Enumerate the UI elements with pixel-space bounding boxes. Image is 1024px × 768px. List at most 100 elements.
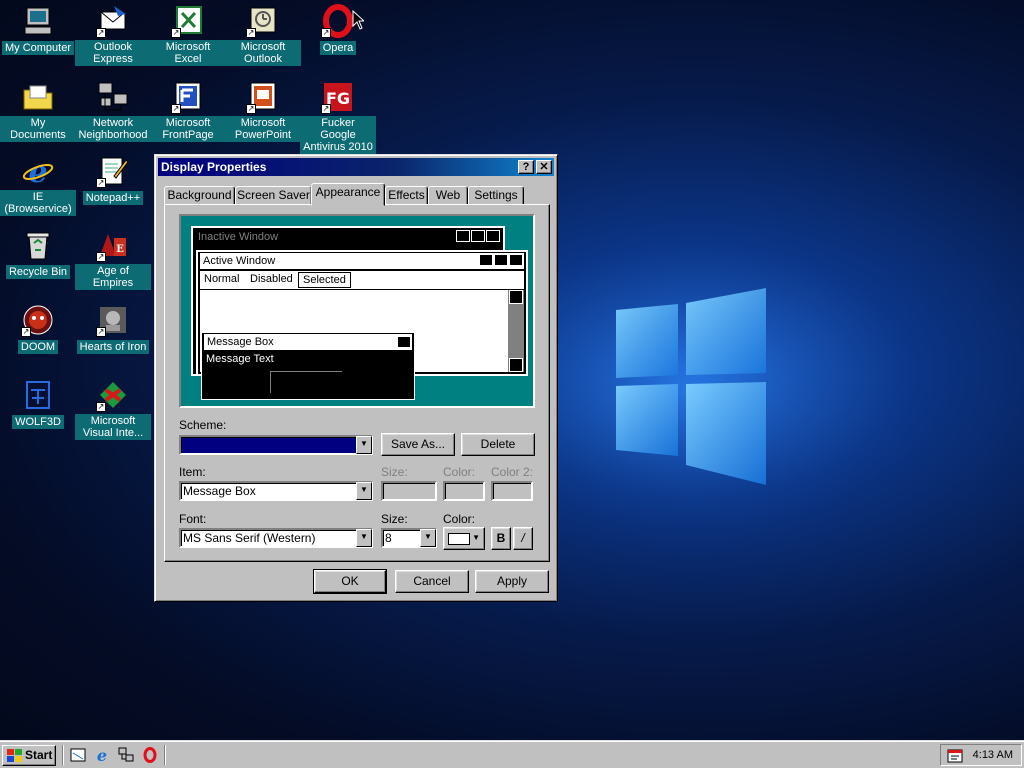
preview-menu-normal: Normal [204,273,240,285]
item-color-label: Color: [443,465,476,479]
desktop-icon-notepad-plus[interactable]: ↗ Notepad++ [75,154,151,205]
desktop-icon-internet-explorer[interactable]: e IE (Browservice) [0,154,76,216]
desktop-icon-label: Recycle Bin [5,265,71,279]
shortcut-arrow-icon: ↗ [321,104,331,114]
shortcut-arrow-icon: ↗ [96,28,106,38]
item-dropdown-arrow-icon[interactable]: ▼ [356,482,372,500]
taskbar-separator [62,745,64,765]
font-color-picker[interactable]: ▼ [443,527,485,550]
svg-text:e: e [97,747,107,763]
mouse-cursor-icon [352,10,364,30]
desktop-icon-powerpoint[interactable]: ↗ Microsoft PowerPoint [225,80,301,142]
tab-background[interactable]: Background [164,186,235,205]
font-color-arrow-icon: ▼ [472,533,480,542]
desktop-icon-label: My Documents [0,116,76,142]
desktop-icon-label: Notepad++ [82,191,144,205]
my-computer-icon [24,7,52,35]
font-color-label: Color: [443,512,476,526]
preview-message-box-title: Message Box [204,334,412,350]
delete-button[interactable]: Delete [461,433,535,456]
apply-button[interactable]: Apply [475,570,549,593]
start-button[interactable]: Start [2,745,56,766]
cancel-button[interactable]: Cancel [395,570,469,593]
font-dropdown-arrow-icon[interactable]: ▼ [356,529,372,547]
desktop-icon-label: Microsoft PowerPoint [225,116,301,142]
desktop-icon-visual-interdev[interactable]: ↗ Microsoft Visual Inte... [75,378,151,440]
clock[interactable]: 4:13 AM [973,749,1013,761]
scheme-dropdown[interactable] [179,435,373,455]
desktop-icon-label: WOLF3D [12,415,64,429]
desktop-icon-network-neighborhood[interactable]: Network Neighborhood [75,80,151,142]
close-button[interactable]: ✕ [536,160,552,174]
item-size-label: Size: [381,465,408,479]
tab-appearance[interactable]: Appearance [311,183,385,206]
ok-button[interactable]: OK [313,569,387,594]
wallpaper-windows-logo [520,220,950,560]
tab-web[interactable]: Web [428,186,468,205]
scheme-dropdown-arrow-icon[interactable]: ▼ [356,436,372,454]
preview-inactive-buttons [456,230,500,242]
tray-schedule-icon[interactable] [947,748,963,764]
shortcut-arrow-icon: ↗ [246,104,256,114]
desktop-icon-opera[interactable]: ↗ Opera [300,4,376,55]
start-label: Start [25,748,53,762]
shortcut-arrow-icon: ↗ [321,28,331,38]
dialog-title-bar[interactable]: Display Properties ? ✕ [158,158,554,176]
preview-message-text: Message Text [206,353,274,365]
tab-settings[interactable]: Settings [468,186,524,205]
network-icon [98,82,128,111]
font-size-dropdown-arrow-icon[interactable]: ▼ [420,529,436,547]
taskbar-separator [164,745,166,765]
preview-active-title: Active Window [200,253,524,269]
desktop-icon-my-computer[interactable]: My Computer [0,4,76,55]
my-documents-icon [23,85,53,110]
shortcut-arrow-icon: ↗ [96,327,106,337]
display-properties-dialog: Display Properties ? ✕ Background Screen… [154,154,558,602]
shortcut-arrow-icon: ↗ [96,402,106,412]
desktop-icon-age-of-empires[interactable]: E ↗ Age of Empires [75,228,151,290]
network-quicklaunch-icon[interactable] [118,747,134,763]
desktop-icon-doom[interactable]: ↗ DOOM [0,303,76,354]
tab-effects[interactable]: Effects [385,186,428,205]
desktop-icon-outlook-express[interactable]: ↗ Outlook Express [75,4,151,66]
tab-screen-saver[interactable]: Screen Saver [235,186,312,205]
desktop-icon-frontpage[interactable]: ↗ Microsoft FrontPage [150,80,226,142]
font-label: Font: [179,512,207,526]
desktop-icon-label: Hearts of Iron [76,340,150,354]
italic-button[interactable]: / [513,527,533,550]
preview-menu-disabled: Disabled [250,273,293,285]
bold-button[interactable]: B [491,527,511,550]
preview-ok-button [270,371,342,393]
item-dropdown[interactable]: Message Box [179,481,373,501]
item-size-spinner [381,481,437,501]
desktop-icon-antivirus[interactable]: FG ↗ Fucker Google Antivirus 2010 [300,80,376,154]
desktop-icon-recycle-bin[interactable]: Recycle Bin [0,228,76,279]
desktop-icon-label: Fucker Google Antivirus 2010 [300,116,376,154]
shortcut-arrow-icon: ↗ [171,104,181,114]
help-button[interactable]: ? [518,160,534,174]
windows-flag-icon [7,749,22,762]
item-label: Item: [179,465,206,479]
desktop-icon-outlook[interactable]: ↗ Microsoft Outlook [225,4,301,66]
recycle-bin-icon [26,232,50,260]
desktop-icon-wolf3d[interactable]: WOLF3D [0,378,76,429]
internet-explorer-quicklaunch-icon[interactable]: e [94,747,110,763]
show-desktop-icon[interactable] [70,747,86,763]
preview-message-box: Message Box Message Text [201,332,415,400]
svg-text:E: E [116,244,124,255]
preview-scrollbar [508,290,524,372]
save-as-button[interactable]: Save As... [381,433,455,456]
desktop-icon-hearts-of-iron[interactable]: ↗ Hearts of Iron [75,303,151,354]
appearance-preview[interactable]: Inactive Window Active Window Normal Dis… [179,214,535,408]
opera-quicklaunch-icon[interactable] [142,747,158,763]
desktop-icon-label: Microsoft Outlook [225,40,301,66]
font-dropdown[interactable]: MS Sans Serif (Western) [179,528,373,548]
item-color2-picker [491,481,533,501]
internet-explorer-icon: e [22,155,54,188]
desktop-icon-label: DOOM [17,340,59,354]
item-color2-label: Color 2: [491,465,534,479]
desktop-icon-label: Network Neighborhood [75,116,151,142]
font-size-label: Size: [381,512,408,526]
desktop-icon-excel[interactable]: ↗ Microsoft Excel [150,4,226,66]
desktop-icon-my-documents[interactable]: My Documents [0,80,76,142]
